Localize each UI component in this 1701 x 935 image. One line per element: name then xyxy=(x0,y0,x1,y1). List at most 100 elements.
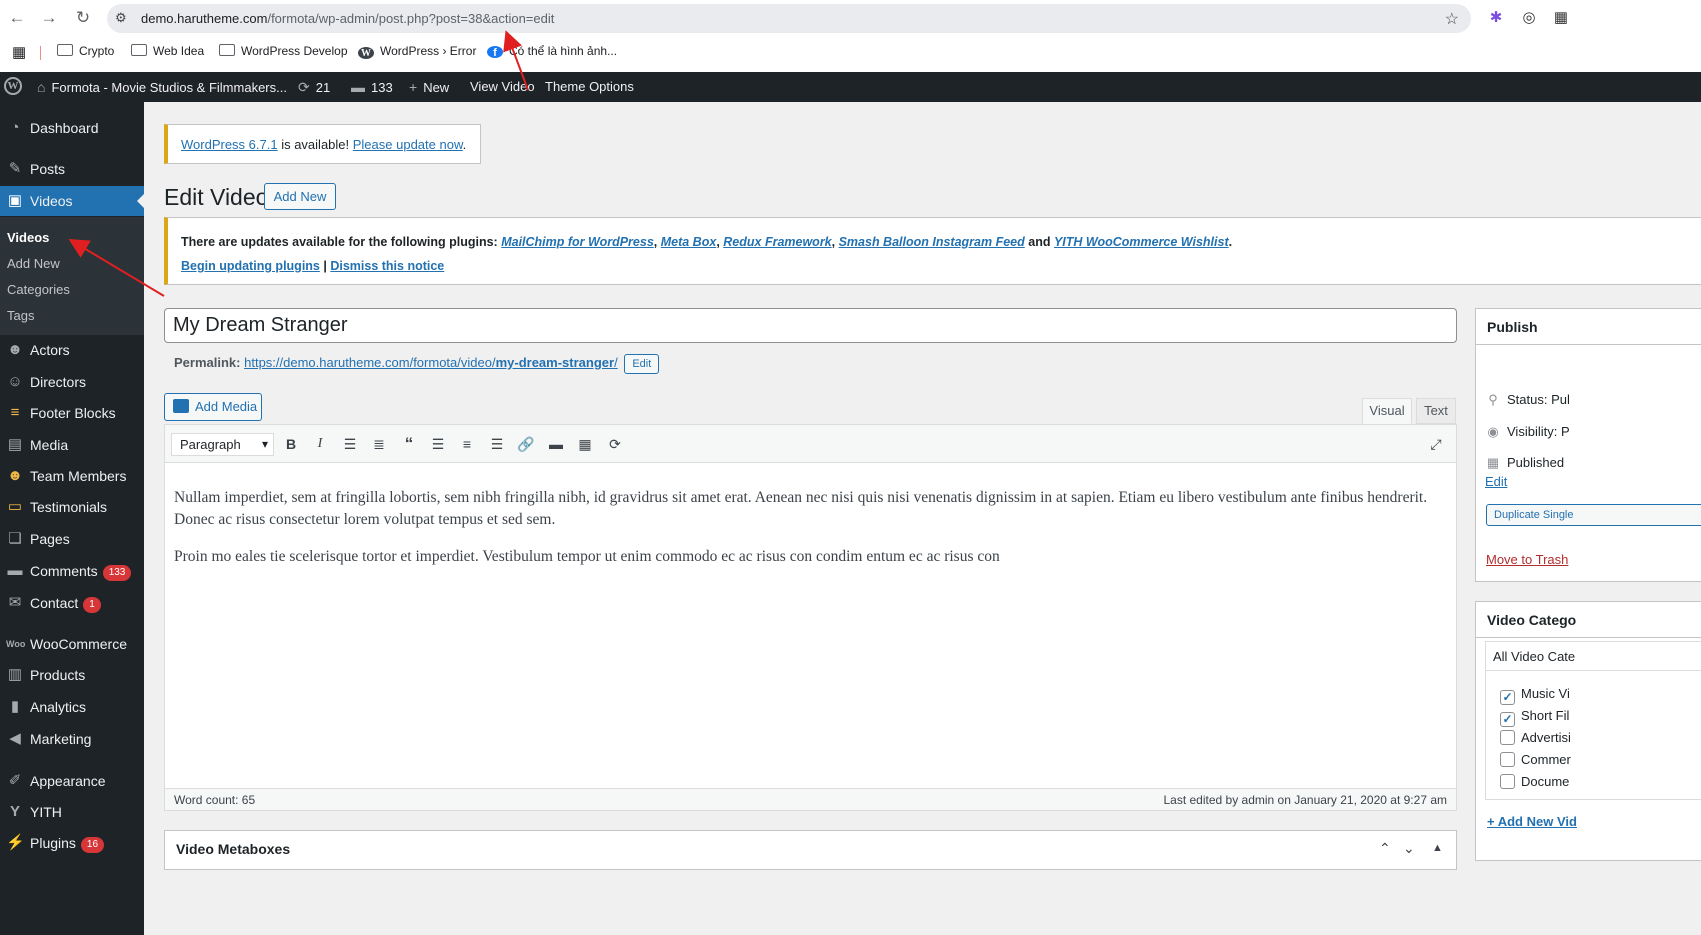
sidebar-item-appearance[interactable]: ✐ Appearance xyxy=(0,766,144,796)
sidebar-item-plugins[interactable]: ⚡ Plugins 16 xyxy=(0,828,144,858)
submenu-tags[interactable]: Tags xyxy=(7,308,34,323)
bookmark-wordpress-develop[interactable]: WordPress Develop xyxy=(219,44,348,58)
checkbox[interactable] xyxy=(1500,730,1515,745)
extension-icon[interactable]: ✱ xyxy=(1487,9,1505,27)
bookmark-crypto[interactable]: Crypto xyxy=(57,44,114,58)
bookmark-web-idea[interactable]: Web Idea xyxy=(131,44,204,58)
move-to-trash-link[interactable]: Move to Trash xyxy=(1486,552,1568,567)
dismiss-notice-link[interactable]: Dismiss this notice xyxy=(330,259,444,273)
extension-icon[interactable]: ◎ xyxy=(1520,9,1538,27)
sidebar-item-actors[interactable]: ☻ Actors xyxy=(0,335,144,365)
chevron-up-icon[interactable]: ⌃ xyxy=(1379,840,1391,857)
category-item[interactable]: Advertisi xyxy=(1500,730,1571,745)
numbered-list-icon[interactable]: ≣ xyxy=(368,434,390,454)
post-title-input[interactable]: My Dream Stranger xyxy=(164,308,1457,343)
sidebar-item-products[interactable]: ▥ Products xyxy=(0,660,144,690)
collapse-arrow-icon[interactable]: ▲ xyxy=(1432,842,1443,854)
sidebar-item-directors[interactable]: ☺ Directors xyxy=(0,367,144,397)
updates-link[interactable]: ⟳ 21 xyxy=(298,79,330,96)
format-select[interactable]: Paragraph xyxy=(171,433,274,456)
address-bar[interactable]: ⚙ demo.harutheme.com/formota/wp-admin/po… xyxy=(107,4,1471,33)
reload-icon[interactable]: ↻ xyxy=(73,8,93,28)
sidebar-item-media[interactable]: ▤ Media xyxy=(0,430,144,460)
refresh-icon[interactable]: ⟳ xyxy=(604,434,626,454)
align-center-icon[interactable]: ≡ xyxy=(456,434,478,454)
sidebar-item-marketing[interactable]: ◀ Marketing xyxy=(0,724,144,754)
sidebar-item-posts[interactable]: ✎ Posts xyxy=(0,154,144,184)
add-media-button[interactable]: Add Media xyxy=(164,393,262,421)
update-now-link[interactable]: Please update now xyxy=(353,137,463,152)
browser-chrome: ← → ↻ ⚙ demo.harutheme.com/formota/wp-ad… xyxy=(0,0,1701,72)
submenu-add-new[interactable]: Add New xyxy=(7,256,60,271)
add-new-category-link[interactable]: + Add New Vid xyxy=(1487,814,1577,829)
read-more-icon[interactable]: ▬ xyxy=(545,434,567,454)
editor-content[interactable]: Nullam imperdiet, sem at fringilla lobor… xyxy=(174,487,1444,583)
bookmark-facebook[interactable]: f Có thể là hình ảnh... xyxy=(487,44,617,59)
sidebar-item-comments[interactable]: ▬ Comments 133 xyxy=(0,556,144,586)
toolbar-toggle-icon[interactable]: ▦ xyxy=(574,434,596,454)
back-arrow-icon[interactable]: ← xyxy=(7,8,27,28)
tab-all-categories[interactable]: All Video Cate xyxy=(1485,641,1701,671)
align-left-icon[interactable]: ☰ xyxy=(427,434,449,454)
wordpress-logo-icon[interactable]: W xyxy=(4,77,22,95)
add-new-button[interactable]: Add New xyxy=(264,183,336,210)
site-name-link[interactable]: ⌂ Formota - Movie Studios & Filmmakers... xyxy=(37,79,287,95)
plugin-link[interactable]: MailChimp for WordPress xyxy=(501,235,654,249)
bookmark-wordpress-error[interactable]: W WordPress › Error xyxy=(358,44,476,59)
plugin-link[interactable]: Smash Balloon Instagram Feed xyxy=(839,235,1025,249)
sidebar-item-pages[interactable]: ❏ Pages xyxy=(0,524,144,554)
submenu-categories[interactable]: Categories xyxy=(7,282,70,297)
italic-icon[interactable]: I xyxy=(309,434,331,454)
theme-options-link[interactable]: Theme Options xyxy=(545,79,634,94)
editor-statusbar: Word count: 65 Last edited by admin on J… xyxy=(165,788,1456,810)
sidebar-item-analytics[interactable]: ▮ Analytics xyxy=(0,692,144,722)
wordpress-version-link[interactable]: WordPress 6.7.1 xyxy=(181,137,278,152)
new-content-link[interactable]: + New xyxy=(409,79,449,95)
extension-icon[interactable]: ▦ xyxy=(1552,9,1570,27)
forward-arrow-icon[interactable]: → xyxy=(39,8,59,28)
media-icon xyxy=(173,399,189,413)
comments-link[interactable]: ▬ 133 xyxy=(351,79,393,95)
begin-updating-link[interactable]: Begin updating plugins xyxy=(181,259,320,273)
tab-text[interactable]: Text xyxy=(1416,398,1456,424)
edit-permalink-button[interactable]: Edit xyxy=(624,354,660,374)
duplicate-button[interactable]: Duplicate Single xyxy=(1486,504,1701,526)
sidebar-item-dashboard[interactable]: ◔ Dashboard xyxy=(0,113,144,143)
checkbox[interactable]: ✓ xyxy=(1500,712,1515,727)
sidebar-item-videos[interactable]: ▣ Videos xyxy=(0,186,144,216)
tab-visual[interactable]: Visual xyxy=(1362,398,1412,424)
permalink-link[interactable]: https://demo.harutheme.com/formota/video… xyxy=(244,355,618,370)
sidebar-item-testimonials[interactable]: ▭ Testimonials xyxy=(0,492,144,522)
align-right-icon[interactable]: ☰ xyxy=(486,434,508,454)
sidebar-item-footer-blocks[interactable]: ≡ Footer Blocks xyxy=(0,398,144,428)
sidebar-item-contact[interactable]: ✉ Contact 1 xyxy=(0,588,144,618)
site-settings-icon[interactable]: ⚙ xyxy=(115,10,127,26)
sidebar-item-team-members[interactable]: ☻ Team Members xyxy=(0,461,144,491)
link-icon[interactable]: 🔗 xyxy=(515,434,537,454)
bullet-list-icon[interactable]: ☰ xyxy=(339,434,361,454)
sidebar-item-yith[interactable]: Y YITH xyxy=(0,797,144,827)
category-item[interactable]: ✓ Music Vi xyxy=(1500,686,1570,705)
submenu-videos[interactable]: Videos xyxy=(7,230,49,245)
plugin-link[interactable]: Meta Box xyxy=(661,235,717,249)
plugin-link[interactable]: YITH WooCommerce Wishlist xyxy=(1054,235,1229,249)
bold-icon[interactable]: B xyxy=(280,434,302,454)
url-text[interactable]: demo.harutheme.com/formota/wp-admin/post… xyxy=(141,11,554,26)
fullscreen-icon[interactable]: ⤢ xyxy=(1425,434,1447,454)
chevron-down-icon[interactable]: ⌄ xyxy=(1403,840,1415,857)
apps-grid-icon[interactable]: ▦ xyxy=(12,43,26,61)
content-editor: Paragraph B I ☰ ≣ “ ☰ ≡ ☰ 🔗 ▬ ▦ ⟳ ⤢ Null… xyxy=(164,424,1457,811)
bookmark-star-icon[interactable]: ☆ xyxy=(1445,9,1459,29)
checkbox[interactable] xyxy=(1500,774,1515,789)
checkbox[interactable]: ✓ xyxy=(1500,690,1515,705)
plugin-link[interactable]: Redux Framework xyxy=(723,235,831,249)
category-item[interactable]: Commer xyxy=(1500,752,1571,767)
checkbox[interactable] xyxy=(1500,752,1515,767)
admin-sidebar: ◔ Dashboard ✎ Posts ▣ Videos Videos Add New… xyxy=(0,102,144,935)
view-video-link[interactable]: View Video xyxy=(470,79,535,94)
sidebar-item-woocommerce[interactable]: Woo WooCommerce xyxy=(0,629,144,659)
edit-date-link[interactable]: Edit xyxy=(1485,474,1507,489)
category-item[interactable]: Docume xyxy=(1500,774,1569,789)
blockquote-icon[interactable]: “ xyxy=(398,434,420,454)
category-item[interactable]: ✓ Short Fil xyxy=(1500,708,1569,727)
